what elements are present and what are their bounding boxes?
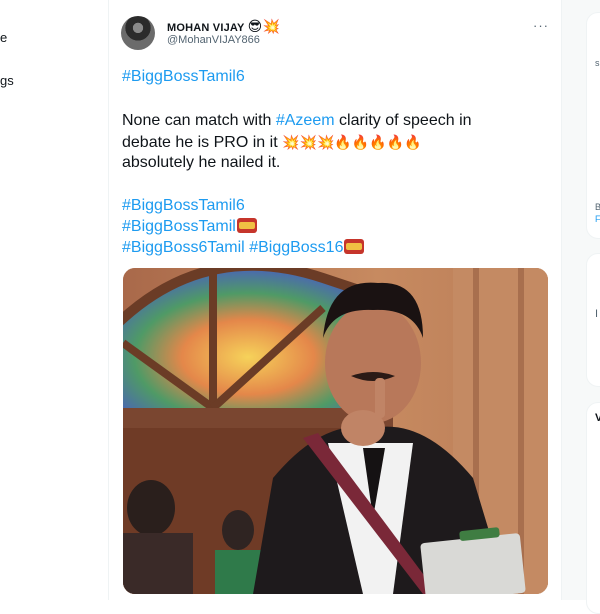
emoji-sequence: 💥💥💥🔥🔥🔥🔥🔥 [282, 134, 422, 150]
bigg-boss-hashflag-icon [236, 218, 257, 233]
sidebar-text-fragment: s [595, 58, 600, 68]
tweet-card[interactable]: MOHAN VIJAY 😎💥 @MohanVIJAY866 ··· #BiggB… [109, 0, 562, 600]
sidebar-card[interactable] [586, 402, 600, 614]
tweet-media-image[interactable] [123, 268, 548, 594]
author-handle[interactable]: @MohanVIJAY866 [167, 34, 260, 46]
photo-illustration [123, 268, 548, 594]
tweet-text: debate he is PRO in it [122, 134, 283, 151]
tweet-text: absolutely he nailed it. [122, 154, 281, 171]
hashtag-link[interactable]: #BiggBoss6Tamil [122, 239, 245, 256]
hashtag-link: #BiggBossTamil6 [122, 67, 245, 87]
hashtag-link[interactable]: #Azeem [276, 112, 335, 129]
author-name[interactable]: MOHAN VIJAY [167, 22, 244, 34]
tweet-text-line: absolutely he nailed it. [122, 153, 280, 173]
left-navigation: e gs [0, 0, 109, 600]
tweet-text: clarity of speech in [334, 112, 472, 129]
bigg-boss-hashflag-icon [344, 239, 365, 254]
tweet-text: None can match with [122, 112, 276, 129]
tweet-text-line: None can match with #Azeem clarity of sp… [122, 111, 472, 131]
hashtag-link[interactable]: #BiggBossTamil6 [122, 68, 245, 85]
nav-item-fragment[interactable]: gs [0, 73, 14, 88]
author-emoji-badges: 😎💥 [247, 18, 281, 34]
more-options-icon[interactable]: ··· [533, 18, 549, 33]
sidebar-text-fragment: I [595, 308, 599, 320]
avatar[interactable] [121, 16, 155, 50]
hashtag-link[interactable]: #BiggBoss16 [249, 239, 343, 256]
hashtag-link[interactable]: #BiggBossTamil [122, 218, 236, 235]
sidebar-card[interactable] [586, 253, 600, 387]
tweet-text-line: debate he is PRO in it 💥💥💥🔥🔥🔥🔥🔥 [122, 132, 422, 153]
nav-item-fragment[interactable]: e [0, 30, 7, 45]
sidebar-text-fragment[interactable]: F [595, 214, 600, 224]
sidebar-text-fragment: V [595, 412, 600, 424]
author-name-row[interactable]: MOHAN VIJAY 😎💥 [167, 18, 280, 35]
hashtag-link[interactable]: #BiggBossTamil6 [122, 197, 245, 214]
right-sidebar: s B F I V [562, 0, 600, 614]
sidebar-text-fragment: B [595, 202, 600, 212]
